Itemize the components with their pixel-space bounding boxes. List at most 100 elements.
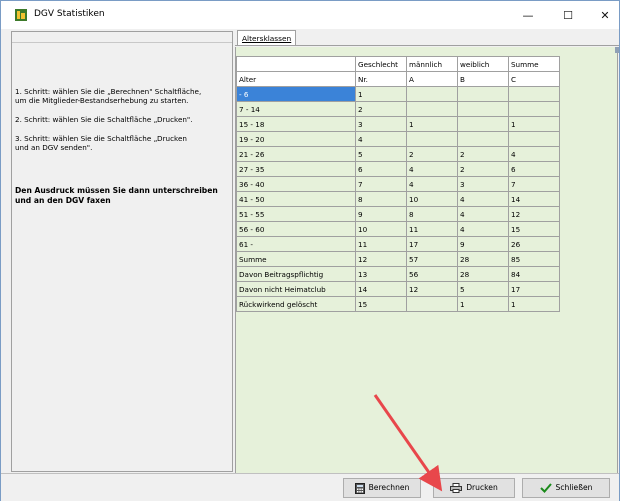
grid-cell[interactable]: 4 bbox=[406, 176, 458, 192]
tab-content: Geschlecht männlich weiblich Summe Alter Nr. A… bbox=[235, 47, 618, 473]
grid-cell[interactable] bbox=[236, 56, 356, 72]
grid-cell[interactable]: Alter bbox=[236, 71, 356, 87]
grid-cell[interactable]: C bbox=[508, 71, 560, 87]
grid-cell[interactable]: 28 bbox=[457, 251, 509, 267]
grid-cell[interactable]: 11 bbox=[355, 236, 407, 252]
table-row: Rückwirkend gelöscht 15 1 1 bbox=[236, 296, 560, 312]
grid-cell[interactable]: 1 bbox=[406, 116, 458, 132]
grid-cell[interactable]: 15 bbox=[355, 296, 407, 312]
tab-altersklassen[interactable]: Altersklassen bbox=[237, 30, 297, 46]
grid-cell[interactable]: 7 bbox=[355, 176, 407, 192]
grid-cell[interactable]: 1 bbox=[508, 296, 560, 312]
grid-cell[interactable] bbox=[406, 296, 458, 312]
grid-cell[interactable]: 85 bbox=[508, 251, 560, 267]
grid-cell[interactable]: 8 bbox=[406, 206, 458, 222]
grid-cell[interactable]: 11 bbox=[406, 221, 458, 237]
grid-cell[interactable]: weiblich bbox=[457, 56, 509, 72]
grid-cell[interactable]: 84 bbox=[508, 266, 560, 282]
grid-cell[interactable] bbox=[457, 131, 509, 147]
grid-cell[interactable]: 27 - 35 bbox=[236, 161, 356, 177]
grid-cell[interactable]: B bbox=[457, 71, 509, 87]
grid-cell[interactable]: Geschlecht bbox=[355, 56, 407, 72]
grid-cell[interactable]: 56 bbox=[406, 266, 458, 282]
grid-cell[interactable]: 5 bbox=[355, 146, 407, 162]
grid-cell[interactable]: 2 bbox=[355, 101, 407, 117]
grid-cell[interactable]: Rückwirkend gelöscht bbox=[236, 296, 356, 312]
berechnen-button[interactable]: Berechnen bbox=[343, 478, 421, 498]
grid-cell[interactable]: Summe bbox=[508, 56, 560, 72]
grid-cell[interactable]: 4 bbox=[355, 131, 407, 147]
grid-cell[interactable]: Summe bbox=[236, 251, 356, 267]
grid-cell[interactable]: 56 - 60 bbox=[236, 221, 356, 237]
grid-cell[interactable]: 10 bbox=[355, 221, 407, 237]
schliessen-button[interactable]: Schließen bbox=[522, 478, 610, 498]
header-row-2: Alter Nr. A B C bbox=[236, 71, 560, 87]
grid-cell[interactable]: männlich bbox=[406, 56, 458, 72]
table-row: 51 - 55 9 8 4 12 bbox=[236, 206, 560, 222]
grid-cell[interactable]: 7 - 14 bbox=[236, 101, 356, 117]
grid-cell[interactable]: 4 bbox=[457, 206, 509, 222]
grid-cell[interactable]: 1 bbox=[457, 296, 509, 312]
grid-cell[interactable]: 10 bbox=[406, 191, 458, 207]
grid-cell[interactable]: 26 bbox=[508, 236, 560, 252]
grid-cell[interactable]: 17 bbox=[406, 236, 458, 252]
grid-cell[interactable]: 4 bbox=[508, 146, 560, 162]
dgv-statistiken-window: DGV Statistiken — ☐ ✕ 1. Schritt: wählen… bbox=[0, 0, 620, 501]
grid-cell[interactable]: 2 bbox=[457, 146, 509, 162]
grid-cell[interactable] bbox=[457, 116, 509, 132]
grid-cell[interactable]: 7 bbox=[508, 176, 560, 192]
grid-cell[interactable]: 3 bbox=[355, 116, 407, 132]
grid-cell[interactable]: 17 bbox=[508, 281, 560, 297]
grid-cell[interactable]: 2 bbox=[457, 161, 509, 177]
grid-cell[interactable] bbox=[508, 131, 560, 147]
grid-cell[interactable]: 5 bbox=[457, 281, 509, 297]
table-row: 15 - 18 3 1 1 bbox=[236, 116, 560, 132]
grid-cell[interactable]: Nr. bbox=[355, 71, 407, 87]
grid-cell[interactable]: 15 bbox=[508, 221, 560, 237]
grid-cell[interactable]: 12 bbox=[508, 206, 560, 222]
grid-cell[interactable]: 13 bbox=[355, 266, 407, 282]
grid-cell[interactable]: 14 bbox=[508, 191, 560, 207]
grid-cell[interactable]: 51 - 55 bbox=[236, 206, 356, 222]
grid-cell[interactable]: 6 bbox=[355, 161, 407, 177]
grid-cell[interactable]: 1 bbox=[355, 86, 407, 102]
grid-cell[interactable] bbox=[406, 131, 458, 147]
grid-cell[interactable]: 4 bbox=[457, 221, 509, 237]
grid-cell[interactable] bbox=[508, 86, 560, 102]
grid-cell[interactable] bbox=[406, 86, 458, 102]
grid-cell[interactable]: 12 bbox=[355, 251, 407, 267]
close-button[interactable]: ✕ bbox=[588, 5, 620, 27]
grid-cell[interactable]: 2 bbox=[406, 146, 458, 162]
grid-cell[interactable]: 19 - 20 bbox=[236, 131, 356, 147]
grid-cell[interactable]: 21 - 26 bbox=[236, 146, 356, 162]
grid-cell[interactable]: Davon nicht Heimatclub bbox=[236, 281, 356, 297]
table-row: Summe 12 57 28 85 bbox=[236, 251, 560, 267]
grid-cell[interactable]: 28 bbox=[457, 266, 509, 282]
table-row: 41 - 50 8 10 4 14 bbox=[236, 191, 560, 207]
grid-cell[interactable]: A bbox=[406, 71, 458, 87]
grid-cell[interactable]: - 6 bbox=[236, 86, 356, 102]
grid-cell[interactable] bbox=[457, 101, 509, 117]
grid-cell[interactable]: 12 bbox=[406, 281, 458, 297]
grid-cell[interactable]: 9 bbox=[457, 236, 509, 252]
grid-cell[interactable]: 4 bbox=[457, 191, 509, 207]
grid-cell[interactable]: 36 - 40 bbox=[236, 176, 356, 192]
grid-cell[interactable]: 15 - 18 bbox=[236, 116, 356, 132]
grid-cell[interactable] bbox=[457, 86, 509, 102]
grid-cell[interactable] bbox=[508, 101, 560, 117]
minimize-button[interactable]: — bbox=[511, 5, 545, 27]
grid-cell[interactable] bbox=[406, 101, 458, 117]
maximize-button[interactable]: ☐ bbox=[551, 5, 585, 27]
drucken-button[interactable]: Drucken bbox=[433, 478, 515, 498]
grid-cell[interactable]: 4 bbox=[406, 161, 458, 177]
grid-cell[interactable]: Davon Beitragspflichtig bbox=[236, 266, 356, 282]
grid-cell[interactable]: 57 bbox=[406, 251, 458, 267]
grid-cell[interactable]: 9 bbox=[355, 206, 407, 222]
grid-cell[interactable]: 8 bbox=[355, 191, 407, 207]
grid-cell[interactable]: 3 bbox=[457, 176, 509, 192]
grid-cell[interactable]: 61 - bbox=[236, 236, 356, 252]
grid-cell[interactable]: 6 bbox=[508, 161, 560, 177]
grid-cell[interactable]: 41 - 50 bbox=[236, 191, 356, 207]
grid-cell[interactable]: 1 bbox=[508, 116, 560, 132]
grid-cell[interactable]: 14 bbox=[355, 281, 407, 297]
